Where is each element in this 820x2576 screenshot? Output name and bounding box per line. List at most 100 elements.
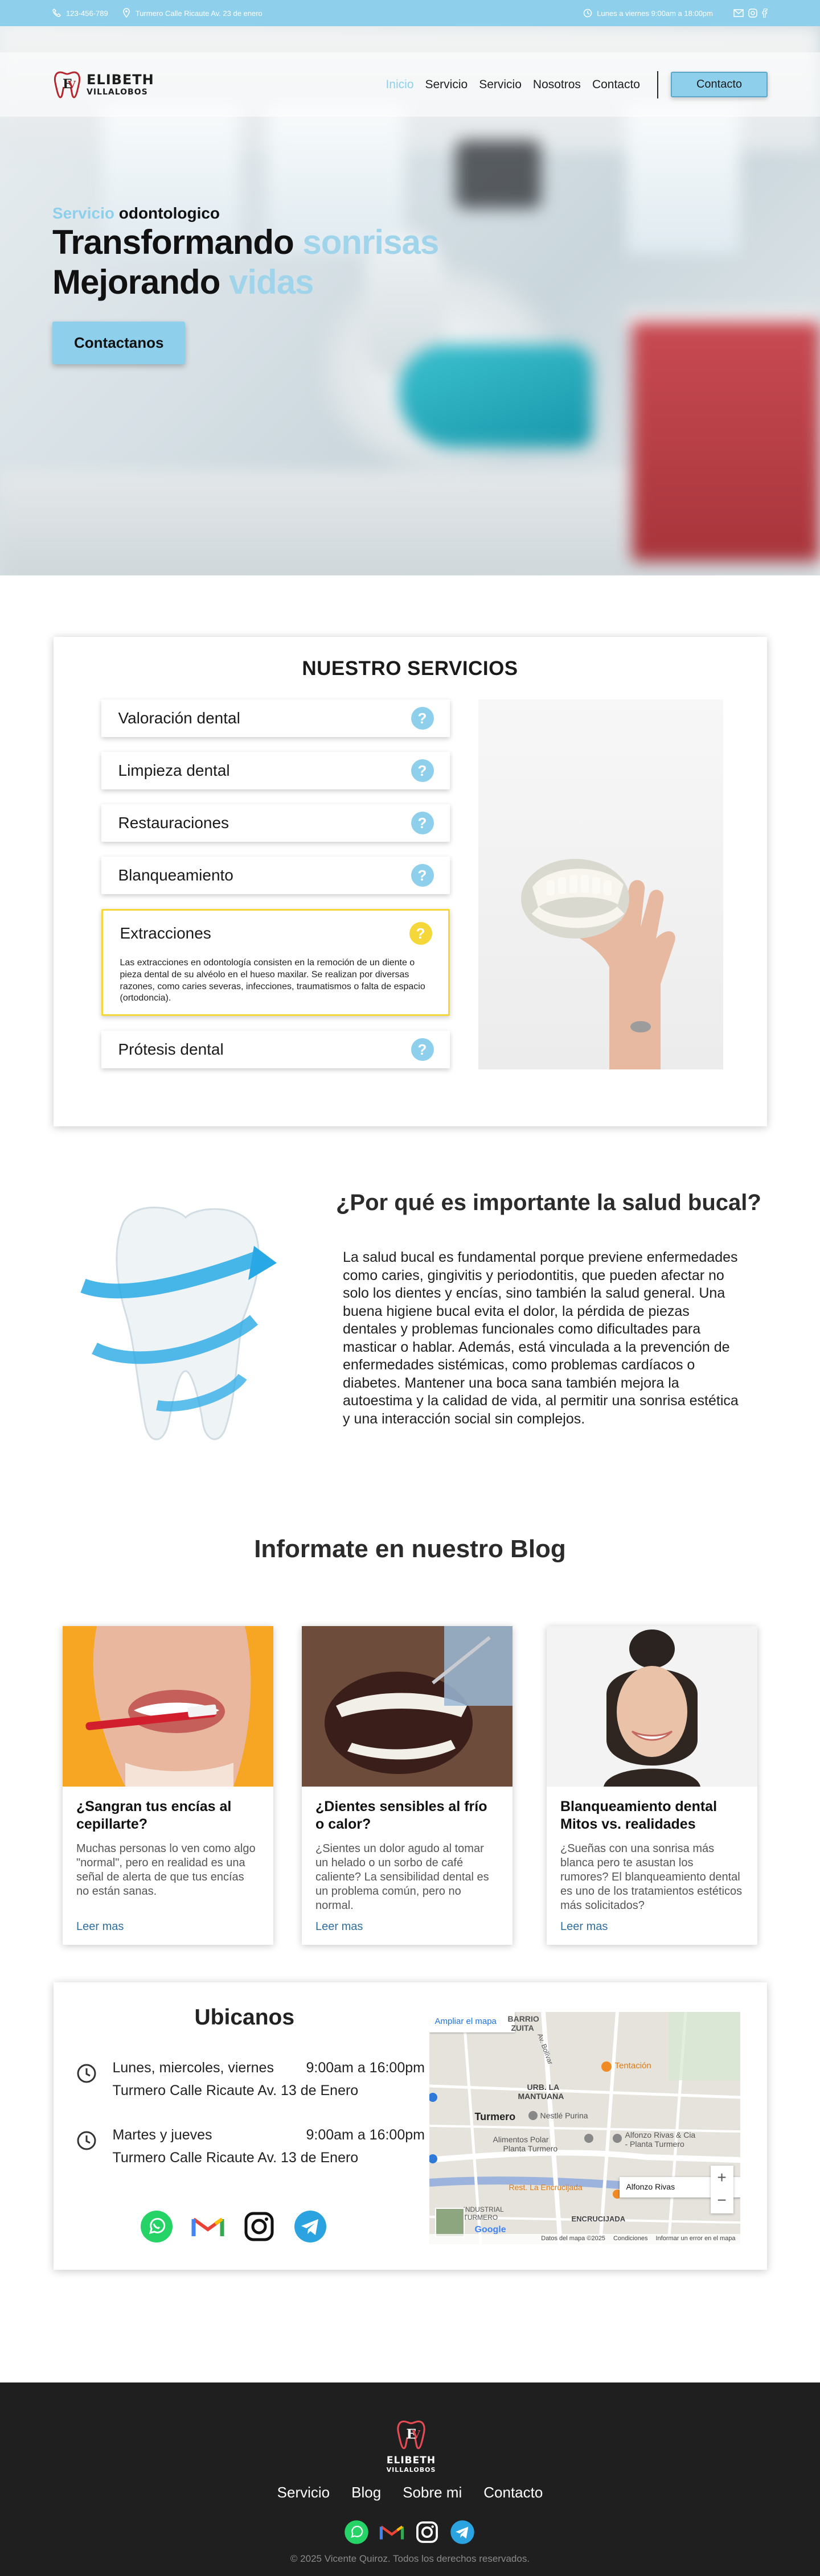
address-text: Turmero Calle Ricaute Av. 23 de enero [135,9,263,18]
contact-button[interactable]: Contacto [671,72,768,97]
map-label: Tentación [614,2061,651,2071]
read-more-link[interactable]: Leer mas [560,1920,608,1933]
service-item-valoracion[interactable]: Valoración dental ? [101,699,450,737]
footer-nav-servicio[interactable]: Servicio [277,2484,330,2501]
instagram-icon[interactable] [748,9,757,18]
logo-name: ELIBETH [87,72,154,88]
nav-divider [657,71,658,98]
whatsapp-icon[interactable] [139,2209,174,2244]
facebook-icon[interactable] [762,9,768,18]
hero-line1-accent: sonrisas [302,223,439,261]
schedule-address: Turmero Calle Ricaute Av. 13 de Enero [112,2083,359,2098]
nav-servicio[interactable]: Servicio [425,78,468,92]
telegram-icon[interactable] [449,2519,475,2545]
blog-card[interactable]: ¿Dientes sensibles al frío o calor? ¿Sie… [302,1626,512,1945]
services-section: NUESTRO SERVICIOS Valoración dental ? Li… [0,575,820,1126]
location-pin-icon [122,8,130,18]
instagram-icon[interactable] [241,2209,277,2244]
question-icon[interactable]: ? [411,707,434,730]
google-map[interactable]: Ampliar el mapa BARRIO ZUITA Av. Bolívar… [429,2012,740,2244]
question-icon[interactable]: ? [411,759,434,782]
map-zoom-controls: + − [710,2166,733,2213]
hero-line1-main: Transformando [52,223,294,261]
map-label: Planta Turmero [503,2144,558,2153]
gmail-icon[interactable] [379,2519,405,2545]
map-label: ENCRUCIJADA [571,2215,626,2223]
hero-section: E V ELIBETH VILLALOBOS Inicio Servicio S… [0,26,820,575]
question-icon[interactable]: ? [411,864,434,887]
footer-logo[interactable]: E V ELIBETH VILLALOBOS [383,2418,440,2474]
blog-image-sensitive [302,1626,512,1787]
map-label: ZUITA [511,2023,534,2032]
hero-subtitle-rest: odontologico [118,204,220,222]
read-more-link[interactable]: Leer mas [76,1920,124,1933]
service-item-limpieza[interactable]: Limpieza dental ? [101,752,450,789]
hero-line2-accent: vidas [229,263,314,302]
map-layers-thumbnail[interactable] [434,2208,465,2237]
question-icon[interactable]: ? [411,812,434,834]
why-text: La salud bucal es fundamental porque pre… [343,1249,739,1427]
phone-item[interactable]: 123-456-789 [52,9,108,18]
map-report-link[interactable]: Informar un error en el mapa [655,2235,735,2243]
nav-contacto[interactable]: Contacto [592,78,640,92]
logo[interactable]: E V ELIBETH VILLALOBOS [52,69,154,101]
top-info-bar: 123-456-789 Turmero Calle Ricaute Av. 23… [0,0,820,26]
clock-icon [77,2131,96,2150]
zoom-out-icon[interactable]: − [711,2190,733,2213]
services-card: NUESTRO SERVICIOS Valoración dental ? Li… [53,637,767,1126]
logo-surname: VILLALOBOS [87,88,148,97]
address-item[interactable]: Turmero Calle Ricaute Av. 23 de enero [122,8,263,18]
tooth-logo-icon: E V [54,71,81,98]
map-label: Alfonzo Rivas & Cia [625,2130,696,2139]
question-icon[interactable]: ? [409,922,432,945]
copyright-text: © 2025 Vicente Quiroz. Todos los derecho… [290,2553,530,2564]
service-item-extracciones-expanded[interactable]: Extracciones ? Las extracciones en odont… [101,909,450,1016]
footer-logo-name: ELIBETH [386,2455,436,2466]
hero-content: Servicio odontologico Transformando sonr… [52,204,439,365]
site-header: E V ELIBETH VILLALOBOS Inicio Servicio S… [0,52,820,117]
schedule-address: Turmero Calle Ricaute Av. 13 de Enero [112,2150,359,2166]
map-label: BARRIO [507,2014,539,2023]
service-item-protesis[interactable]: Prótesis dental ? [101,1031,450,1068]
contactanos-button[interactable]: Contactanos [52,322,186,365]
hero-title: Transformando sonrisas Mejorando vidas [52,223,439,302]
question-icon[interactable]: ? [411,1038,434,1061]
hero-line2-main: Mejorando [52,263,220,302]
blog-card[interactable]: Blanqueamiento dental Mitos vs. realidad… [547,1626,757,1945]
blog-image-gums [63,1626,273,1787]
schedule-hours: 9:00am a 16:00pm [306,2127,425,2143]
map-label: TURMERO [463,2213,498,2221]
nav-servicio-2[interactable]: Servicio [479,78,522,92]
read-more-link[interactable]: Leer mas [315,1920,363,1933]
instagram-icon[interactable] [414,2519,440,2545]
blog-card[interactable]: ¿Sangran tus encías al cepillarte? Mucha… [63,1626,273,1945]
footer-nav-blog[interactable]: Blog [351,2484,381,2501]
services-list: Valoración dental ? Limpieza dental ? Re… [101,699,450,1083]
service-name: Extracciones [120,924,211,942]
nav-nosotros[interactable]: Nosotros [533,78,581,92]
footer-nav-sobre-mi[interactable]: Sobre mi [403,2484,462,2501]
hours-item: Lunes a viernes 9:00am a 18:00pm [583,9,713,18]
gmail-icon[interactable] [190,2209,226,2244]
mail-icon[interactable] [733,9,744,17]
footer-nav-contacto[interactable]: Contacto [483,2484,543,2501]
service-name: Valoración dental [118,709,240,727]
map-enlarge-link[interactable]: Ampliar el mapa [429,2012,515,2032]
map-footer: Datos del mapa ©2025 Condiciones Informa… [429,2234,740,2244]
service-item-blanqueamiento[interactable]: Blanqueamiento ? [101,857,450,894]
blog-image-whitening [547,1626,757,1787]
schedule-days: Lunes, miercoles, viernes [112,2060,274,2076]
telegram-icon[interactable] [293,2209,328,2244]
nav-inicio[interactable]: Inicio [386,78,413,92]
map-terms-link[interactable]: Condiciones [613,2235,648,2243]
whatsapp-icon[interactable] [343,2519,370,2545]
location-socials [139,2209,328,2244]
zoom-in-icon[interactable]: + [711,2166,733,2190]
site-footer: E V ELIBETH VILLALOBOS Servicio Blog Sob… [0,2382,820,2576]
service-item-restauraciones[interactable]: Restauraciones ? [101,804,450,842]
why-title: ¿Por qué es importante la salud bucal? [336,1190,761,1215]
blog-card-title: ¿Dientes sensibles al frío o calor? [315,1799,487,1832]
schedule-days: Martes y jueves [112,2127,212,2143]
service-name: Limpieza dental [118,762,230,779]
service-description: Las extracciones en odontología consiste… [120,958,425,1003]
